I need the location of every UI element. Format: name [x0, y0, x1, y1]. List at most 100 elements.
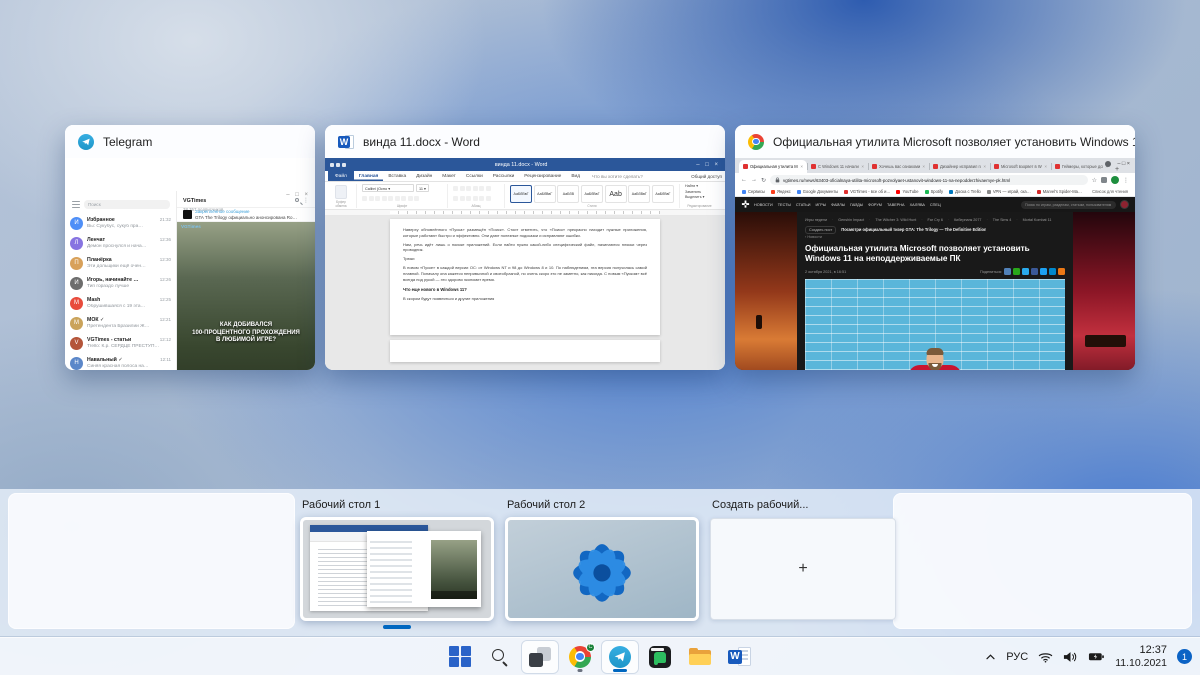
- bookmark-item[interactable]: YouTube: [896, 189, 918, 194]
- ribbon-tab[interactable]: Вставка: [383, 171, 411, 181]
- bookmark-item[interactable]: Сервисы: [742, 189, 765, 194]
- ribbon-tab[interactable]: Дизайн: [411, 171, 437, 181]
- create-post-button[interactable]: Создать пост: [805, 226, 836, 234]
- window-thumbnail-chrome[interactable]: Официальная утилита Microsoft позволяет …: [735, 125, 1135, 370]
- paragraph-buttons[interactable]: [453, 186, 499, 191]
- browser-tab[interactable]: Дизайнер исправил глав… ×: [929, 160, 990, 173]
- share-button[interactable]: [1040, 268, 1047, 275]
- tell-me-box[interactable]: Что вы хотите сделать?: [592, 174, 643, 179]
- tab-close-icon[interactable]: ×: [983, 164, 986, 169]
- share-button[interactable]: [1058, 268, 1065, 275]
- file-explorer-button[interactable]: [682, 641, 718, 673]
- bookmark-item[interactable]: Google Документы: [797, 189, 838, 194]
- document-page-1[interactable]: Наверху обновлённого «Пуска» размещён «П…: [390, 219, 660, 335]
- tab-close-icon[interactable]: ×: [861, 164, 864, 169]
- game-tag[interactable]: The Witcher 3: Wild Hunt: [875, 218, 922, 222]
- site-nav-item[interactable]: СПЕЦ: [930, 203, 941, 207]
- ribbon-tab[interactable]: Рецензирование: [519, 171, 566, 181]
- volume-icon[interactable]: [1063, 651, 1078, 663]
- browser-tab[interactable]: Хочешь вас ознакомит… ×: [868, 160, 929, 173]
- desktop-2-thumbnail[interactable]: [505, 517, 699, 621]
- bookmark-star-icon[interactable]: ☆: [1092, 177, 1097, 184]
- style-chip[interactable]: АаБбВвГ: [652, 185, 674, 203]
- style-chip[interactable]: АаБбВвГ: [510, 185, 532, 203]
- chat-list-item[interactable]: И Избранное21:32 Вы: Сукубус, сукуб пра…: [65, 213, 176, 233]
- tab-close-icon[interactable]: ×: [800, 164, 803, 169]
- chat-list-item[interactable]: И Игорь, начинайте …12:26 Тип гораздо лу…: [65, 273, 176, 293]
- chrome-menu-icon[interactable]: ⋮: [1123, 177, 1129, 184]
- bookmark-item[interactable]: Spotify: [925, 189, 944, 194]
- telegram-search-input[interactable]: Поиск: [84, 200, 170, 209]
- tray-chevron-icon[interactable]: [985, 653, 996, 660]
- chat-list-item[interactable]: М МОК ✓12:21 Претендента Бразилии Ж…: [65, 313, 176, 333]
- game-tag[interactable]: The Sims 4: [993, 218, 1018, 222]
- reading-list-button[interactable]: Список для чтения: [1092, 189, 1128, 194]
- notification-badge[interactable]: 1: [1177, 649, 1192, 664]
- paragraph-buttons-2[interactable]: [453, 196, 499, 201]
- share-button[interactable]: [1049, 268, 1056, 275]
- replace-button[interactable]: Заменить: [685, 190, 714, 194]
- ribbon-tab[interactable]: Ссылки: [461, 171, 488, 181]
- share-button[interactable]: [1031, 268, 1038, 275]
- style-chip[interactable]: АаБбВвГ: [628, 185, 650, 203]
- site-nav-item[interactable]: ИГРЫ: [815, 203, 826, 207]
- font-buttons[interactable]: [362, 196, 442, 201]
- ribbon-tab[interactable]: Вид: [566, 171, 585, 181]
- word-taskbar-button[interactable]: W: [722, 641, 758, 673]
- browser-tab[interactable]: С Windows 11 начали пер… ×: [807, 160, 868, 173]
- site-nav-item[interactable]: ФОРУМ: [868, 203, 882, 207]
- telegram-taskbar-button[interactable]: [602, 641, 638, 673]
- ribbon-tab[interactable]: Макет: [437, 171, 461, 181]
- browser-tab[interactable]: Microsoft взорвет в Windo… ×: [990, 160, 1051, 173]
- battery-charging-icon[interactable]: [1088, 651, 1105, 662]
- site-nav-item[interactable]: ФАЙЛЫ: [831, 203, 845, 207]
- select-button[interactable]: Выделить ▾: [685, 195, 714, 199]
- site-nav-item[interactable]: НОВОСТИ: [754, 203, 773, 207]
- share-button[interactable]: [1013, 268, 1020, 275]
- ribbon-tab[interactable]: Рассылки: [488, 171, 520, 181]
- wifi-icon[interactable]: [1038, 651, 1053, 663]
- game-tag[interactable]: Киберпанк 2077: [954, 218, 988, 222]
- window-thumbnail-word[interactable]: W винда 11.docx - Word винда 11.docx - W…: [325, 125, 725, 370]
- extensions-icon[interactable]: [1101, 177, 1107, 183]
- site-nav-item[interactable]: ГАЙДЫ: [850, 203, 863, 207]
- start-button[interactable]: [442, 641, 478, 673]
- bookmark-item[interactable]: Яндекс: [771, 189, 791, 194]
- game-tag[interactable]: Игры недели: [805, 218, 833, 222]
- style-chip[interactable]: Aab: [605, 185, 627, 203]
- task-view-button[interactable]: [522, 641, 558, 673]
- font-size-box[interactable]: 11 ▾: [416, 184, 429, 192]
- new-tab-button[interactable]: +: [1112, 166, 1122, 173]
- game-tag[interactable]: Mortal Kombat 11: [1023, 218, 1052, 222]
- bookmark-item[interactable]: VGTimes - все об и…: [844, 189, 890, 194]
- window-thumbnail-telegram[interactable]: Telegram – □ × Поиск И Избранное21:32: [65, 125, 315, 370]
- site-nav-item[interactable]: ТЕСТЫ: [778, 203, 791, 207]
- address-bar[interactable]: vgtimes.ru/news/63403-oficialnaya-utilit…: [770, 175, 1088, 185]
- chat-list-item[interactable]: Л Ленчат12:36 Демон проснулся и нача…: [65, 233, 176, 253]
- clock[interactable]: 12:37 11.10.2021: [1115, 644, 1167, 670]
- side-banner-left[interactable]: [735, 212, 797, 370]
- search-button[interactable]: [482, 641, 518, 673]
- desktop-2-label[interactable]: Рабочий стол 2: [507, 499, 585, 511]
- word-window-controls[interactable]: – □ ×: [696, 162, 720, 168]
- find-button[interactable]: Найти ▾: [685, 184, 714, 188]
- chat-list-item[interactable]: П Планёрка12:30 Эти дольщики ещё очен…: [65, 253, 176, 273]
- site-search-input[interactable]: Поиск по играм, разделам, статьям, польз…: [1021, 201, 1116, 209]
- font-name-box[interactable]: Calibri (Осно ▾: [362, 184, 414, 192]
- breadcrumb[interactable]: ‹ Новости: [805, 235, 1065, 243]
- new-desktop-button[interactable]: +: [710, 518, 896, 620]
- bookmark-item[interactable]: VPN — играй, ска…: [987, 189, 1031, 194]
- style-chip[interactable]: АаБбВвГ: [581, 185, 603, 203]
- evernote-taskbar-button[interactable]: [642, 641, 678, 673]
- chat-list-item[interactable]: V VGTimes - статьи12:12 Trello: К.р. СЕР…: [65, 333, 176, 353]
- chat-list-item[interactable]: Н Навальный ✓12:11 Синяя красная полоса …: [65, 353, 176, 370]
- share-button[interactable]: [1022, 268, 1029, 275]
- browser-tab[interactable]: Официальная утилита М… ×: [739, 160, 807, 173]
- side-banner-right[interactable]: [1073, 212, 1135, 370]
- browser-tab[interactable]: Геймеры, которые дожд… ×: [1051, 160, 1112, 173]
- game-tag[interactable]: Far Cry 6: [928, 218, 950, 222]
- profile-avatar[interactable]: [1111, 176, 1119, 184]
- share-button[interactable]: Общий доступ: [691, 174, 722, 179]
- style-chip[interactable]: АаБбВ: [557, 185, 579, 203]
- document-page-2[interactable]: [390, 340, 660, 362]
